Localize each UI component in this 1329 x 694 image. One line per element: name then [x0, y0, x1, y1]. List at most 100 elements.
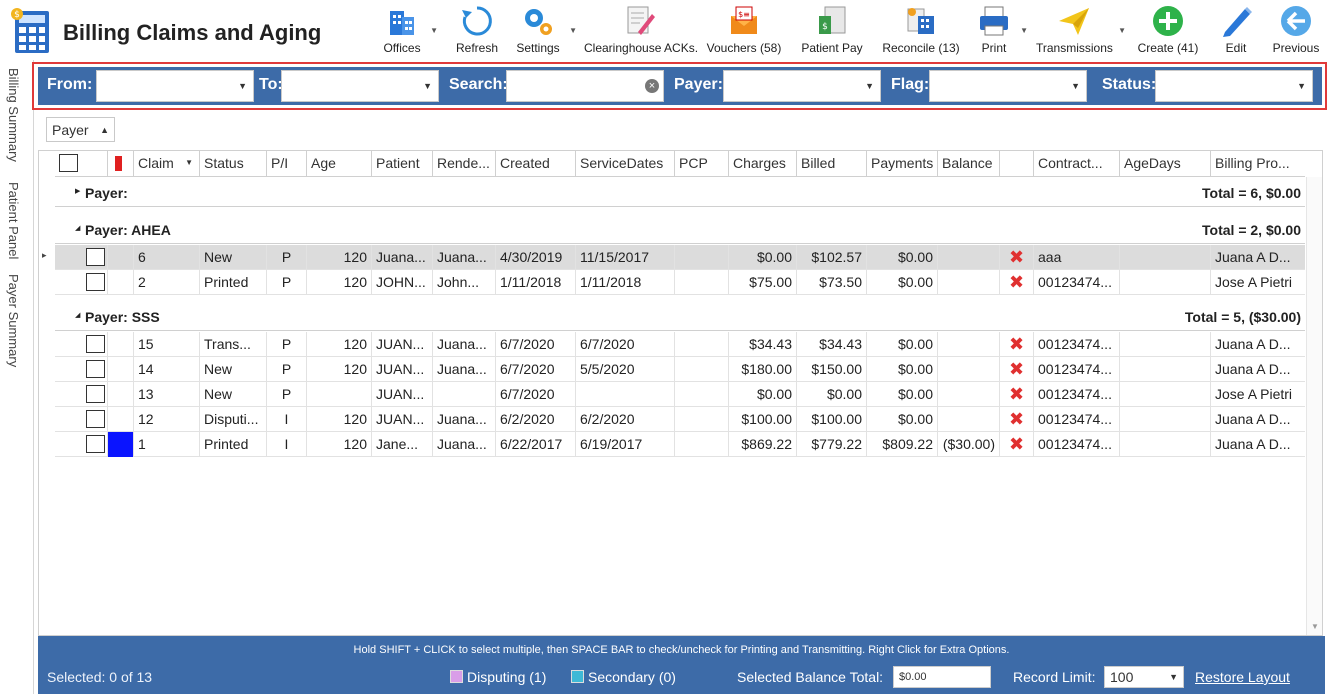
collapse-icon[interactable]: ◢ [75, 311, 80, 319]
secondary-legend[interactable]: Secondary (0) [571, 669, 676, 685]
cell-patient: JUAN... [371, 332, 432, 357]
row-checkbox[interactable] [86, 435, 105, 453]
row-checkbox[interactable] [86, 385, 105, 403]
column-header[interactable]: Patient [371, 151, 432, 177]
scroll-down-icon[interactable]: ▼ [1311, 622, 1319, 631]
select-all-checkbox[interactable] [59, 154, 78, 172]
cell-created: 6/7/2020 [495, 382, 575, 407]
table-row[interactable]: 12 Disputi... I 120 JUAN... Juana... 6/2/2020 6… [55, 407, 1305, 432]
table-row[interactable]: 6 New P 120 Juana... Juana... 4/30/2019 11/15/2… [42, 245, 1305, 270]
expand-icon[interactable]: ▶ [75, 187, 80, 195]
chevron-down-icon[interactable]: ▼ [1020, 26, 1028, 35]
print-button[interactable]: Print ▼ [974, 4, 1028, 60]
status-error-icon[interactable]: ✖ [1009, 272, 1024, 292]
tab-patient-panel[interactable]: Patient Panel [6, 182, 21, 259]
group-by-payer-chip[interactable]: Payer ▲ [46, 117, 115, 142]
clearinghouse-acks-button[interactable]: Clearinghouse ACKs. [584, 4, 698, 60]
column-header[interactable]: Billing Pro... [1210, 151, 1305, 177]
status-error-icon[interactable]: ✖ [1009, 247, 1024, 267]
chevron-down-icon[interactable]: ▼ [1169, 672, 1178, 682]
row-checkbox[interactable] [86, 273, 105, 291]
patient-pay-button[interactable]: $ Patient Pay [800, 4, 864, 60]
disputing-legend[interactable]: Disputing (1) [450, 669, 546, 685]
column-header[interactable]: Age [306, 151, 371, 177]
column-header[interactable] [999, 151, 1033, 177]
chevron-down-icon[interactable]: ▼ [1297, 81, 1306, 91]
cell-contract: 00123474... [1033, 382, 1119, 407]
transmissions-button[interactable]: Transmissions ▼ [1036, 4, 1126, 60]
group-row[interactable]: ◢ Payer: SSS Total = 5, ($30.00) [55, 301, 1305, 331]
vouchers-button[interactable]: $≡ Vouchers (58) [706, 4, 782, 60]
tab-payer-summary[interactable]: Payer Summary [6, 274, 21, 367]
flag-column-header[interactable] [107, 151, 133, 177]
status-error-icon[interactable]: ✖ [1009, 359, 1024, 379]
create-button[interactable]: Create (41) [1136, 4, 1200, 60]
row-checkbox[interactable] [86, 410, 105, 428]
sort-descending-icon[interactable]: ▼ [185, 158, 193, 167]
restore-layout-link[interactable]: Restore Layout [1195, 669, 1290, 685]
cell-billpro: Jose A Pietri [1210, 270, 1305, 295]
status-error-icon[interactable]: ✖ [1009, 409, 1024, 429]
column-header[interactable]: Billed [796, 151, 866, 177]
row-checkbox[interactable] [86, 248, 105, 266]
table-row[interactable]: 14 New P 120 JUAN... Juana... 6/7/2020 5/5/2020… [55, 357, 1305, 382]
chevron-down-icon[interactable]: ▼ [1118, 26, 1126, 35]
column-header[interactable]: Created [495, 151, 575, 177]
column-header[interactable]: Charges [728, 151, 796, 177]
column-header[interactable]: P/I [266, 151, 306, 177]
column-header[interactable]: Status [199, 151, 266, 177]
column-header[interactable]: Rende... [432, 151, 495, 177]
status-error-icon[interactable]: ✖ [1009, 384, 1024, 404]
column-header[interactable]: Claim ▼ [133, 151, 199, 177]
status-select[interactable]: ▼ [1155, 70, 1313, 102]
collapse-icon[interactable]: ◢ [75, 224, 80, 232]
row-checkbox[interactable] [86, 360, 105, 378]
column-header[interactable]: Balance [937, 151, 999, 177]
balance-total-field[interactable]: $0.00 [893, 666, 991, 688]
chevron-down-icon[interactable]: ▼ [430, 26, 438, 35]
column-header[interactable]: PCP [674, 151, 728, 177]
from-date-input[interactable]: ▼ [96, 70, 254, 102]
search-input[interactable]: × [506, 70, 664, 102]
settings-button[interactable]: Settings ▼ [513, 4, 577, 60]
to-date-input[interactable]: ▼ [281, 70, 439, 102]
cell-claim: 2 [133, 270, 199, 295]
group-row[interactable]: ◢ Payer: AHEA Total = 2, $0.00 [55, 214, 1305, 244]
refresh-button[interactable]: Refresh [455, 4, 499, 60]
reconcile-button[interactable]: Reconcile (13) [882, 4, 960, 60]
chevron-down-icon[interactable]: ▼ [238, 81, 247, 91]
column-header[interactable] [55, 151, 107, 177]
group-row[interactable]: ▶ Payer: Total = 6, $0.00 [55, 177, 1305, 207]
row-checkbox[interactable] [86, 335, 105, 353]
table-row[interactable]: 13 New P JUAN... 6/7/2020 $0.00 $0.00 $0.00 ✖ 001… [55, 382, 1305, 407]
column-header[interactable]: ServiceDates [575, 151, 674, 177]
column-header[interactable]: Contract... [1033, 151, 1119, 177]
cell-charges: $180.00 [728, 357, 796, 382]
previous-button[interactable]: Previous [1270, 4, 1322, 60]
cell-flag [107, 245, 133, 270]
column-header[interactable]: AgeDays [1119, 151, 1210, 177]
chevron-down-icon[interactable]: ▼ [569, 26, 577, 35]
status-error-icon[interactable]: ✖ [1009, 334, 1024, 354]
selection-hint: Hold SHIFT + CLICK to select multiple, t… [353, 644, 1010, 656]
cell-patient: Jane... [371, 432, 432, 457]
vertical-scrollbar[interactable]: ▼ [1306, 177, 1322, 635]
table-row[interactable]: 15 Trans... P 120 JUAN... Juana... 6/7/2020 6/7… [55, 332, 1305, 357]
record-limit-select[interactable]: 100 ▼ [1104, 666, 1184, 688]
status-error-icon[interactable]: ✖ [1009, 434, 1024, 454]
edit-button[interactable]: Edit [1216, 4, 1256, 60]
cell-status: Trans... [199, 332, 266, 357]
table-row[interactable]: 2 Printed P 120 JOHN... John... 1/11/2018 1/11/… [55, 270, 1305, 295]
offices-button[interactable]: Offices ▼ [380, 4, 438, 60]
chevron-down-icon[interactable]: ▼ [423, 81, 432, 91]
chevron-down-icon[interactable]: ▼ [1071, 81, 1080, 91]
chevron-down-icon[interactable]: ▼ [865, 81, 874, 91]
flag-select[interactable]: ▼ [929, 70, 1087, 102]
payer-select[interactable]: ▼ [723, 70, 881, 102]
tab-billing-summary[interactable]: Billing Summary [6, 68, 21, 162]
sort-ascending-icon[interactable]: ▲ [100, 125, 109, 135]
clear-search-icon[interactable]: × [645, 79, 659, 93]
column-header[interactable]: Payments [866, 151, 937, 177]
table-row[interactable]: 1 Printed I 120 Jane... Juana... 6/22/2017 6/19… [55, 432, 1305, 457]
column-header-label: Billing Pro... [1215, 155, 1290, 171]
